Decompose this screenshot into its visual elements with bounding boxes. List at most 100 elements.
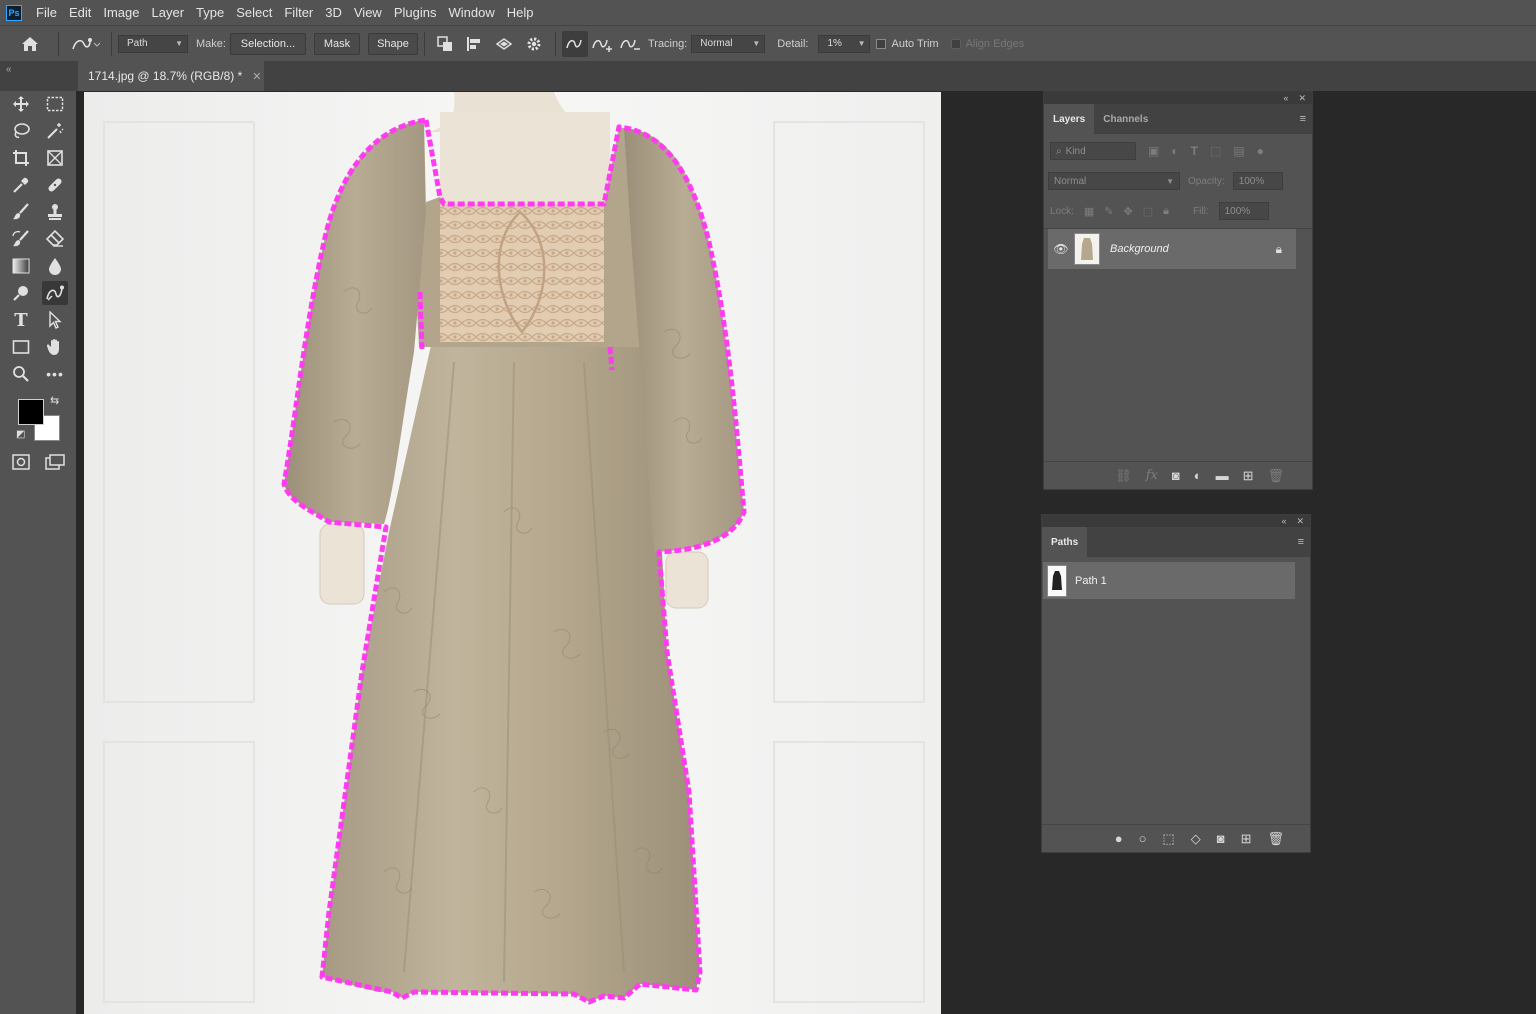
menu-plugins[interactable]: Plugins: [388, 0, 443, 25]
new-path-mode-icon[interactable]: [561, 30, 588, 57]
quick-mask-icon[interactable]: [8, 450, 34, 474]
lock-image-icon[interactable]: ✎: [1104, 205, 1113, 218]
lock-position-icon[interactable]: ✥: [1124, 205, 1133, 218]
filter-adjustment-icon[interactable]: ◐: [1171, 144, 1178, 158]
menu-window[interactable]: Window: [442, 0, 500, 25]
tool-mode-dropdown[interactable]: Path ▼: [118, 34, 188, 53]
layer-row-background[interactable]: 👁︎ Background 🔒︎: [1048, 229, 1296, 269]
add-mask-icon[interactable]: ◙: [1217, 831, 1225, 846]
default-colors-icon[interactable]: ◩: [16, 429, 25, 440]
document-canvas[interactable]: [84, 92, 941, 1014]
eyedropper-tool-icon[interactable]: [8, 173, 34, 197]
dodge-tool-icon[interactable]: [8, 281, 34, 305]
more-tools-icon[interactable]: •••: [42, 362, 68, 386]
curvature-pen-tool-icon[interactable]: [42, 281, 68, 305]
menu-type[interactable]: Type: [190, 0, 230, 25]
canvas-area[interactable]: [76, 91, 1042, 1014]
filter-pixel-icon[interactable]: ▣: [1148, 144, 1159, 158]
filter-type-icon[interactable]: T: [1191, 144, 1198, 158]
foreground-color-swatch[interactable]: [18, 399, 44, 425]
lasso-tool-icon[interactable]: [8, 119, 34, 143]
brush-tool-icon[interactable]: [8, 200, 34, 224]
tab-paths[interactable]: Paths: [1042, 527, 1088, 557]
delete-path-trash-icon[interactable]: 🗑︎: [1267, 831, 1284, 847]
lock-all-icon[interactable]: 🔒︎: [1163, 205, 1169, 218]
collapse-panel-icon[interactable]: «: [1281, 516, 1286, 526]
close-icon[interactable]: ✕: [252, 70, 261, 83]
layer-style-fx-icon[interactable]: fx: [1146, 468, 1158, 483]
menu-filter[interactable]: Filter: [278, 0, 319, 25]
path-selection-tool-icon[interactable]: [42, 308, 68, 332]
new-path-icon[interactable]: ⊞: [1241, 831, 1252, 847]
panel-menu-icon[interactable]: ≡: [1300, 113, 1306, 125]
make-work-path-icon[interactable]: ◇: [1191, 831, 1201, 847]
add-to-path-mode-icon[interactable]: [588, 31, 616, 57]
fill-input[interactable]: 100%: [1218, 202, 1269, 220]
load-path-as-selection-icon[interactable]: ⬚: [1162, 831, 1174, 847]
collapse-panel-icon[interactable]: «: [1283, 93, 1288, 103]
close-panel-icon[interactable]: ✕: [1296, 516, 1304, 527]
subtract-from-path-mode-icon[interactable]: [616, 31, 644, 57]
detail-input[interactable]: 1% ▼: [818, 34, 871, 53]
clone-stamp-tool-icon[interactable]: [42, 200, 68, 224]
type-tool-icon[interactable]: T: [8, 308, 34, 332]
tab-channels[interactable]: Channels: [1094, 104, 1157, 134]
make-selection-button[interactable]: Selection...: [229, 32, 306, 55]
path-alignment-icon[interactable]: [459, 31, 489, 57]
history-brush-tool-icon[interactable]: [8, 227, 34, 251]
path-arrangement-icon[interactable]: [489, 31, 519, 57]
eye-visibility-icon[interactable]: 👁︎: [1048, 242, 1074, 256]
menu-file[interactable]: File: [30, 0, 63, 25]
panel-menu-icon[interactable]: ≡: [1298, 536, 1304, 548]
menu-view[interactable]: View: [348, 0, 388, 25]
rectangle-tool-icon[interactable]: [8, 335, 34, 359]
eraser-tool-icon[interactable]: [42, 227, 68, 251]
opacity-input[interactable]: 100%: [1232, 172, 1283, 190]
screen-mode-icon[interactable]: [42, 450, 68, 474]
swap-colors-icon[interactable]: ⇆: [50, 394, 59, 407]
menu-edit[interactable]: Edit: [63, 0, 97, 25]
lock-transparent-icon[interactable]: ▦: [1084, 205, 1094, 218]
tracing-dropdown[interactable]: Normal ▼: [691, 34, 766, 53]
add-mask-icon[interactable]: ◙: [1172, 468, 1180, 483]
menu-layer[interactable]: Layer: [146, 0, 191, 25]
healing-brush-tool-icon[interactable]: [42, 173, 68, 197]
gear-icon[interactable]: [519, 31, 549, 57]
magic-wand-tool-icon[interactable]: [42, 119, 68, 143]
blur-tool-icon[interactable]: [42, 254, 68, 278]
layer-filter-dropdown[interactable]: ⌕ Kind: [1050, 142, 1136, 160]
menu-image[interactable]: Image: [97, 0, 145, 25]
hand-tool-icon[interactable]: [42, 335, 68, 359]
new-group-folder-icon[interactable]: ▬: [1216, 468, 1229, 483]
make-mask-button[interactable]: Mask: [313, 32, 360, 55]
curvature-pen-tool-preset-icon[interactable]: [65, 31, 105, 57]
crop-tool-icon[interactable]: [8, 146, 34, 170]
document-tab[interactable]: 1714.jpg @ 18.7% (RGB/8) * ✕: [78, 61, 264, 91]
make-shape-button[interactable]: Shape: [367, 32, 418, 55]
rectangular-marquee-tool-icon[interactable]: [42, 92, 68, 116]
adjustment-layer-icon[interactable]: ◐: [1194, 468, 1202, 483]
gradient-tool-icon[interactable]: [8, 254, 34, 278]
blend-mode-dropdown[interactable]: Normal ▼: [1048, 172, 1180, 190]
filter-toggle-icon[interactable]: ●: [1257, 144, 1264, 158]
link-layers-icon[interactable]: ⛓︎: [1115, 468, 1132, 484]
delete-layer-trash-icon[interactable]: 🗑︎: [1267, 468, 1284, 484]
menu-help[interactable]: Help: [501, 0, 540, 25]
menu-3d[interactable]: 3D: [319, 0, 348, 25]
zoom-tool-icon[interactable]: [8, 362, 34, 386]
new-layer-icon[interactable]: ⊞: [1243, 468, 1254, 484]
path-row-path-1[interactable]: Path 1: [1043, 562, 1295, 599]
home-icon[interactable]: [8, 31, 52, 57]
move-tool-icon[interactable]: [8, 92, 34, 116]
frame-tool-icon[interactable]: [42, 146, 68, 170]
stroke-path-icon[interactable]: ○: [1139, 831, 1147, 846]
menu-select[interactable]: Select: [230, 0, 278, 25]
path-operations-icon[interactable]: [431, 31, 459, 57]
filter-smart-object-icon[interactable]: ▤: [1233, 144, 1244, 158]
align-edges-checkbox[interactable]: [950, 38, 961, 49]
tab-layers[interactable]: Layers: [1044, 104, 1095, 134]
filter-shape-icon[interactable]: ⬚: [1210, 144, 1221, 158]
lock-artboard-icon[interactable]: ⬚: [1143, 205, 1153, 218]
close-panel-icon[interactable]: ✕: [1298, 93, 1306, 104]
collapse-toolbar-icon[interactable]: «: [6, 64, 12, 75]
